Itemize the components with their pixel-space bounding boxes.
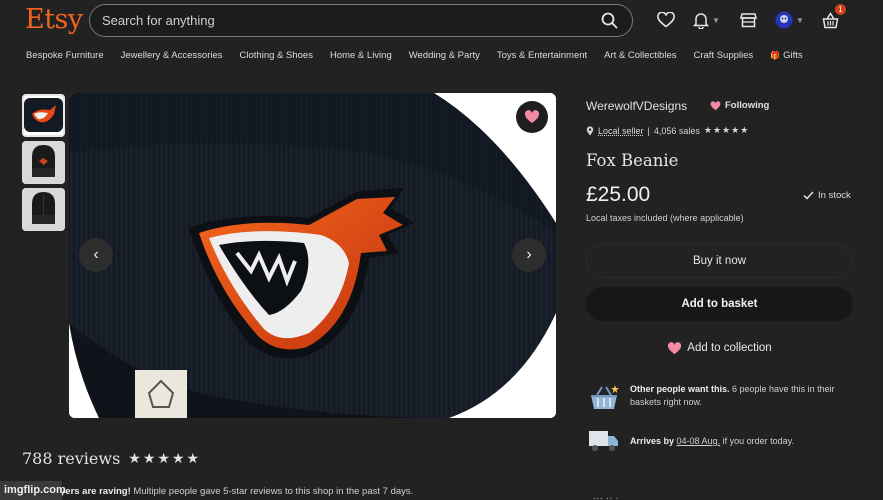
reviews-highlight-bold: yers are raving! (60, 486, 131, 497)
favourite-button[interactable] (516, 101, 548, 133)
chevron-right-icon: › (526, 246, 532, 263)
basket-count-badge: 1 (835, 4, 846, 15)
gift-icon: 🎁 (770, 51, 781, 60)
reviews-stars: ★★★★★ (128, 450, 202, 467)
nav-item-gifts-label: Gifts (783, 50, 803, 61)
buy-it-now-button[interactable]: Buy it now (586, 244, 853, 278)
chevron-left-icon: ‹ (93, 246, 99, 263)
checkmark-icon (803, 191, 814, 200)
stock-label: In stock (818, 190, 851, 201)
delivery-prefix: Arrives by (630, 436, 677, 446)
delivery-dates-link[interactable]: 04-08 Aug. (677, 436, 721, 446)
account-menu-button[interactable]: ▼ (775, 9, 804, 31)
fox-beanie-photo (69, 93, 556, 418)
thumbnail-1[interactable] (22, 94, 65, 137)
thumbnail-beanie-back-image (22, 188, 65, 231)
category-nav: Bespoke Furniture Jewellery & Accessorie… (26, 50, 803, 61)
etsy-logo[interactable]: Etsy (25, 4, 83, 35)
reviews-highlight: yers are raving! Multiple people gave 5-… (60, 486, 413, 497)
delivery-truck-icon (589, 431, 618, 451)
add-to-collection-label: Add to collection (687, 342, 772, 354)
following-label: Following (725, 100, 770, 111)
bell-icon (693, 12, 709, 29)
notifications-button[interactable]: ▼ (693, 9, 720, 31)
avatar (775, 11, 793, 29)
heart-icon (710, 100, 721, 110)
nav-item-art-collectibles[interactable]: Art & Collectibles (604, 50, 676, 61)
basket-full-icon (591, 385, 619, 409)
shop-manager-button[interactable] (740, 9, 757, 31)
reviews-count: 788 reviews (22, 449, 121, 468)
thumbnail-beanie-front-image (22, 141, 65, 184)
stock-status: In stock (803, 190, 851, 201)
tax-note: Local taxes included (where applicable) (586, 213, 744, 223)
chevron-down-icon: ▼ (796, 15, 804, 25)
heart-icon (524, 110, 540, 123)
nav-item-craft-supplies[interactable]: Craft Supplies (694, 50, 754, 61)
delivery-suffix: if you order today. (720, 436, 794, 446)
nav-item-bespoke-furniture[interactable]: Bespoke Furniture (26, 50, 104, 61)
favourites-button[interactable] (657, 9, 675, 31)
thumbnail-beanie-logo-image (24, 96, 63, 135)
more-indicator: ··· ·· · (593, 493, 619, 500)
search-bar[interactable] (89, 4, 633, 37)
shop-icon (740, 13, 757, 28)
reviews-heading: 788 reviews ★★★★★ (22, 449, 201, 468)
next-image-button[interactable]: › (512, 238, 546, 272)
demand-headline: Other people want this. (630, 384, 730, 394)
shop-rating-stars[interactable]: ★★★★★ (704, 125, 749, 136)
search-input[interactable] (102, 13, 582, 28)
shop-name-link[interactable]: WerewolfVDesigns (586, 99, 687, 113)
nav-item-jewellery-accessories[interactable]: Jewellery & Accessories (121, 50, 223, 61)
nav-item-wedding-party[interactable]: Wedding & Party (409, 50, 480, 61)
local-seller-link[interactable]: Local seller (598, 126, 644, 136)
search-button[interactable] (590, 7, 628, 34)
heart-icon (657, 12, 675, 28)
thumbnail-2[interactable] (22, 141, 65, 184)
product-price: £25.00 (586, 183, 651, 206)
following-button[interactable]: Following (710, 100, 769, 111)
sales-count: 4,056 sales (653, 125, 700, 136)
nav-item-gifts[interactable]: 🎁 Gifts (770, 50, 803, 61)
location-pin-icon (586, 125, 594, 135)
reviews-highlight-text: Multiple people gave 5-star reviews to t… (130, 486, 414, 497)
chevron-down-icon: ▼ (712, 15, 720, 25)
separator: | (647, 125, 650, 136)
product-image[interactable] (69, 93, 556, 418)
previous-image-button[interactable]: ‹ (79, 238, 113, 272)
delivery-estimate: Arrives by 04-08 Aug. if you order today… (588, 427, 840, 453)
seller-info: Local seller | 4,056 sales ★★★★★ (586, 125, 749, 136)
nav-item-home-living[interactable]: Home & Living (330, 50, 392, 61)
demand-notice: Other people want this. 6 people have th… (588, 383, 840, 411)
heart-icon (668, 341, 682, 354)
thumbnail-3[interactable] (22, 188, 65, 231)
product-title: Fox Beanie (586, 151, 679, 170)
search-icon (601, 12, 617, 29)
nav-item-clothing-shoes[interactable]: Clothing & Shoes (240, 50, 313, 61)
add-to-collection-button[interactable]: Add to collection (586, 331, 853, 365)
add-to-basket-button[interactable]: Add to basket (586, 287, 853, 321)
nav-item-toys-entertainment[interactable]: Toys & Entertainment (497, 50, 587, 61)
watermark: imgflip.com (0, 481, 66, 500)
